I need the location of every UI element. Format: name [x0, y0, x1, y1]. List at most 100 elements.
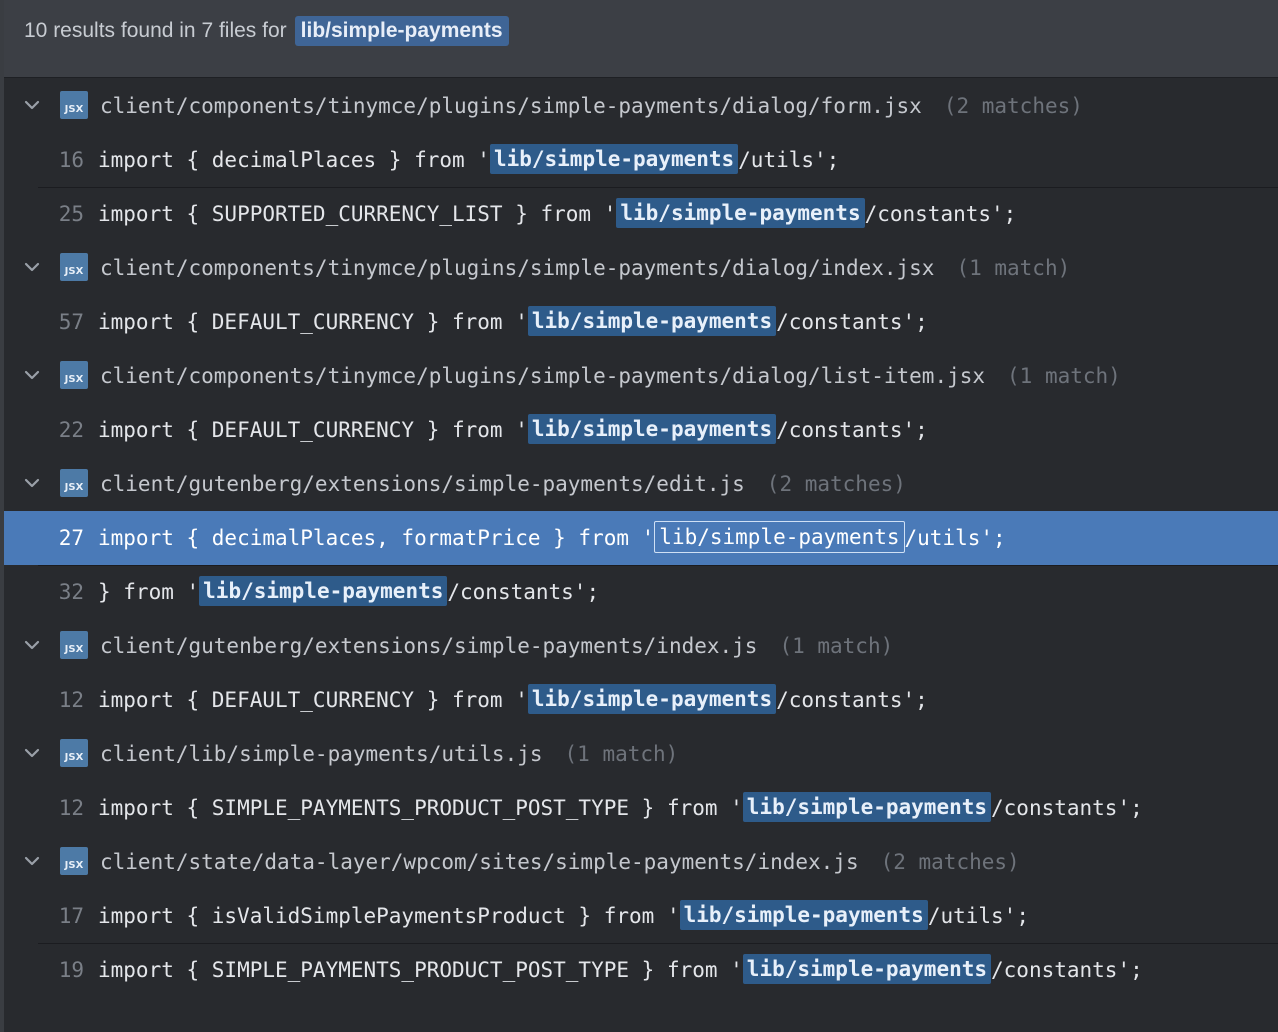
- code-before: import { DEFAULT_CURRENCY } from ': [98, 310, 528, 334]
- code-line: import { decimalPlaces, formatPrice } fr…: [98, 511, 1006, 565]
- chevron-down-icon[interactable]: [22, 635, 42, 655]
- search-query-badge: lib/simple-payments: [294, 16, 509, 46]
- match-highlight: lib/simple-payments: [199, 576, 448, 606]
- file-path: client/lib/simple-payments/utils.js (1 ma…: [100, 727, 678, 781]
- match-row[interactable]: 57 import { DEFAULT_CURRENCY } from ' lib/…: [4, 295, 1278, 349]
- jsx-file-icon: JSX: [60, 91, 88, 119]
- code-line: import { DEFAULT_CURRENCY } from ' lib/si…: [98, 295, 928, 349]
- match-highlight: lib/simple-payments: [742, 954, 992, 984]
- chevron-down-icon[interactable]: [22, 95, 42, 115]
- code-before: import { decimalPlaces, formatPrice } fr…: [98, 526, 655, 550]
- line-number: 27: [58, 526, 84, 550]
- file-result-row[interactable]: JSX client/state/data-layer/wpcom/sites/s…: [4, 835, 1278, 889]
- code-line: import { SIMPLE_PAYMENTS_PRODUCT_POST_TY…: [98, 781, 1143, 835]
- code-after: /utils';: [927, 904, 1029, 928]
- file-path: client/components/tinymce/plugins/simple…: [100, 241, 1070, 295]
- match-row[interactable]: 22 import { DEFAULT_CURRENCY } from ' lib/…: [4, 403, 1278, 457]
- code-before: import { DEFAULT_CURRENCY } from ': [98, 418, 528, 442]
- file-result-row[interactable]: JSX client/components/tinymce/plugins/sim…: [4, 349, 1278, 403]
- code-line: import { isValidSimplePaymentsProduct } …: [98, 889, 1029, 943]
- match-highlight: lib/simple-payments: [527, 414, 777, 444]
- code-after: /constants';: [776, 688, 928, 712]
- chevron-down-icon[interactable]: [22, 851, 42, 871]
- match-count: (1 match): [564, 742, 679, 766]
- file-result-row[interactable]: JSX client/components/tinymce/plugins/sim…: [4, 241, 1278, 295]
- code-before: import { isValidSimplePaymentsProduct } …: [98, 904, 680, 928]
- match-highlight: lib/simple-payments: [527, 306, 777, 336]
- code-line: import { DEFAULT_CURRENCY } from ' lib/si…: [98, 403, 928, 457]
- code-before: import { DEFAULT_CURRENCY } from ': [98, 688, 528, 712]
- match-count: (1 match): [779, 634, 894, 658]
- code-before: import { decimalPlaces } from ': [98, 148, 490, 172]
- file-path: client/gutenberg/extensions/simple-payme…: [100, 457, 906, 511]
- line-number: 16: [58, 148, 84, 172]
- match-count: (1 match): [956, 256, 1071, 280]
- chevron-down-icon[interactable]: [22, 743, 42, 763]
- results-summary-text: 10 results found in 7 files for: [24, 19, 287, 42]
- line-number: 12: [58, 688, 84, 712]
- code-after: /constants';: [991, 796, 1143, 820]
- code-line: } from ' lib/simple-payments/constants';: [98, 565, 599, 619]
- line-number: 22: [58, 418, 84, 442]
- match-highlight: lib/simple-payments: [616, 198, 865, 228]
- code-before: import { SIMPLE_PAYMENTS_PRODUCT_POST_TY…: [98, 796, 743, 820]
- code-line: import { decimalPlaces } from ' lib/simpl…: [98, 133, 839, 187]
- jsx-file-icon: JSX: [60, 253, 88, 281]
- match-row[interactable]: 12 import { DEFAULT_CURRENCY } from ' lib/…: [4, 673, 1278, 727]
- file-path: client/state/data-layer/wpcom/sites/simp…: [100, 835, 1020, 889]
- code-line: import { DEFAULT_CURRENCY } from ' lib/si…: [98, 673, 928, 727]
- match-row[interactable]: 12 import { SIMPLE_PAYMENTS_PRODUCT_POST_…: [4, 781, 1278, 835]
- code-after: /constants';: [864, 202, 1017, 226]
- file-result-row[interactable]: JSX client/gutenberg/extensions/simple-pa…: [4, 457, 1278, 511]
- code-after: /constants';: [447, 580, 600, 604]
- match-highlight: lib/simple-payments: [742, 792, 992, 822]
- file-path-text: client/lib/simple-payments/utils.js: [100, 742, 543, 766]
- match-count: (2 matches): [943, 94, 1083, 118]
- line-number: 32: [58, 580, 84, 604]
- file-result-row[interactable]: JSX client/lib/simple-payments/utils.js (1…: [4, 727, 1278, 781]
- code-before: } from ': [98, 580, 200, 604]
- match-count: (2 matches): [880, 850, 1020, 874]
- chevron-down-icon[interactable]: [22, 473, 42, 493]
- file-path-text: client/components/tinymce/plugins/simple…: [100, 256, 935, 280]
- search-results-header: 10 results found in 7 files for lib/simpl…: [4, 0, 1278, 78]
- code-after: /utils';: [904, 526, 1006, 550]
- code-line: import { SUPPORTED_CURRENCY_LIST } from …: [98, 187, 1016, 241]
- code-after: /constants';: [776, 310, 928, 334]
- match-row[interactable]: 17 import { isValidSimplePaymentsProduct …: [4, 889, 1278, 943]
- match-count: (2 matches): [766, 472, 906, 496]
- file-result-row[interactable]: JSX client/components/tinymce/plugins/sim…: [4, 79, 1278, 133]
- match-highlight: lib/simple-payments: [527, 684, 777, 714]
- line-number: 25: [58, 202, 84, 226]
- match-highlight: lib/simple-payments: [654, 521, 905, 553]
- code-after: /constants';: [991, 958, 1143, 982]
- file-path-text: client/gutenberg/extensions/simple-payme…: [100, 634, 758, 658]
- jsx-file-icon: JSX: [60, 631, 88, 659]
- line-number: 17: [58, 904, 84, 928]
- chevron-down-icon[interactable]: [22, 257, 42, 277]
- file-path-text: client/components/tinymce/plugins/simple…: [100, 94, 922, 118]
- jsx-file-icon: JSX: [60, 469, 88, 497]
- match-highlight: lib/simple-payments: [679, 900, 928, 930]
- file-path: client/gutenberg/extensions/simple-payme…: [100, 619, 893, 673]
- match-row[interactable]: 32 } from ' lib/simple-payments/constants'…: [4, 565, 1278, 619]
- file-result-row[interactable]: JSX client/gutenberg/extensions/simple-pa…: [4, 619, 1278, 673]
- code-after: /constants';: [776, 418, 928, 442]
- match-row[interactable]: 25 import { SUPPORTED_CURRENCY_LIST } fro…: [4, 187, 1278, 241]
- file-path-text: client/state/data-layer/wpcom/sites/simp…: [100, 850, 859, 874]
- match-highlight: lib/simple-payments: [489, 144, 739, 174]
- match-row[interactable]: 16 import { decimalPlaces } from ' lib/sim…: [4, 133, 1278, 187]
- jsx-file-icon: JSX: [60, 739, 88, 767]
- code-before: import { SIMPLE_PAYMENTS_PRODUCT_POST_TY…: [98, 958, 743, 982]
- match-row[interactable]: 19 import { SIMPLE_PAYMENTS_PRODUCT_POST_…: [4, 943, 1278, 997]
- chevron-down-icon[interactable]: [22, 365, 42, 385]
- match-row-selected[interactable]: 27 import { decimalPlaces, formatPrice } …: [4, 511, 1278, 565]
- line-number: 19: [58, 958, 84, 982]
- file-path-text: client/components/tinymce/plugins/simple…: [100, 364, 986, 388]
- file-path: client/components/tinymce/plugins/simple…: [100, 349, 1121, 403]
- jsx-file-icon: JSX: [60, 361, 88, 389]
- results-list: JSX client/components/tinymce/plugins/sim…: [4, 79, 1278, 997]
- results-summary: 10 results found in 7 files for lib/simpl…: [24, 16, 509, 46]
- file-path-text: client/gutenberg/extensions/simple-payme…: [100, 472, 745, 496]
- code-line: import { SIMPLE_PAYMENTS_PRODUCT_POST_TY…: [98, 943, 1143, 997]
